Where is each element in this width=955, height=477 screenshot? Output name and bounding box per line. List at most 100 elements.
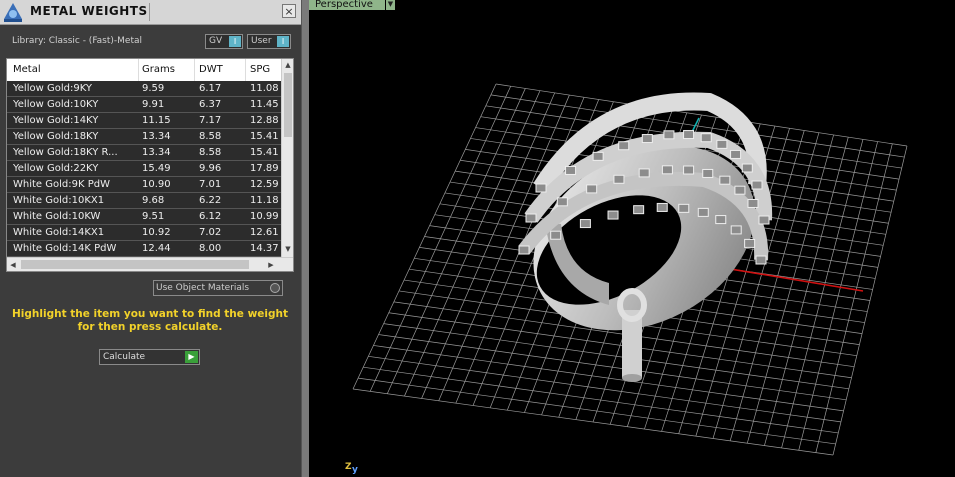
cell-spg: 15.41 bbox=[250, 131, 279, 142]
cell-spg: 12.61 bbox=[250, 227, 279, 238]
vertical-scrollbar[interactable]: ▲ ▼ bbox=[281, 59, 293, 257]
table-row[interactable]: Yellow Gold:18KY 13.34 8.58 15.41 bbox=[7, 129, 281, 145]
metal-table: Metal Grams DWT SPG Yellow Gold:9KY 9.59 6… bbox=[6, 58, 294, 272]
stone-setting bbox=[730, 225, 742, 235]
stone-setting bbox=[678, 203, 690, 213]
column-header-dwt[interactable]: DWT bbox=[199, 64, 223, 75]
cell-dwt: 7.17 bbox=[199, 115, 222, 126]
stone-setting bbox=[638, 168, 650, 178]
table-row[interactable]: White Gold:14KX1 10.92 7.02 12.61 bbox=[7, 225, 281, 241]
cell-metal: Yellow Gold:14KY bbox=[13, 115, 99, 126]
scroll-right-icon[interactable]: ▶ bbox=[265, 258, 277, 271]
table-row[interactable]: White Gold:10KW 9.51 6.12 10.99 bbox=[7, 209, 281, 225]
cell-spg: 17.89 bbox=[250, 163, 279, 174]
cell-dwt: 8.58 bbox=[199, 147, 222, 158]
stone-setting bbox=[607, 210, 619, 220]
scroll-thumb[interactable] bbox=[284, 73, 292, 137]
stone-setting bbox=[613, 174, 625, 184]
stone-setting bbox=[592, 151, 604, 161]
stone-setting bbox=[758, 215, 770, 225]
cell-dwt: 7.01 bbox=[199, 179, 222, 190]
toggle-icon[interactable]: I bbox=[277, 36, 289, 47]
scroll-down-icon[interactable]: ▼ bbox=[282, 243, 293, 255]
column-header-grams[interactable]: Grams bbox=[142, 64, 175, 75]
stone-setting bbox=[715, 215, 727, 225]
panel-titlebar: METAL WEIGHTS × bbox=[0, 0, 301, 25]
cell-grams: 13.34 bbox=[142, 147, 171, 158]
gv-label: GV bbox=[209, 36, 223, 46]
axis-y-label: y bbox=[352, 465, 358, 475]
stone-setting bbox=[633, 205, 645, 215]
close-button[interactable]: × bbox=[282, 4, 296, 18]
stone-setting bbox=[565, 165, 577, 175]
cell-spg: 12.59 bbox=[250, 179, 279, 190]
instruction-text: Highlight the item you want to find the … bbox=[12, 308, 288, 334]
cell-spg: 11.45 bbox=[250, 99, 279, 110]
stone-setting bbox=[683, 165, 695, 175]
cell-metal: Yellow Gold:22KY bbox=[13, 163, 99, 174]
table-row[interactable]: White Gold:9K PdW 10.90 7.01 12.59 bbox=[7, 177, 281, 193]
close-icon[interactable]: × bbox=[284, 5, 293, 18]
use-object-materials-option[interactable]: Use Object Materials bbox=[153, 280, 283, 296]
table-row[interactable]: Yellow Gold:10KY 9.91 6.37 11.45 bbox=[7, 97, 281, 113]
table-row[interactable]: Yellow Gold:22KY 15.49 9.96 17.89 bbox=[7, 161, 281, 177]
table-row[interactable]: White Gold:14K PdW 12.44 8.00 14.37 bbox=[7, 241, 281, 257]
metal-weights-panel: METAL WEIGHTS × Library: Classic - (Fast… bbox=[0, 0, 301, 477]
axis-z-label: Z bbox=[345, 462, 352, 472]
grid-line bbox=[832, 145, 908, 456]
toggle-icon[interactable]: I bbox=[229, 36, 241, 47]
cell-grams: 9.68 bbox=[142, 195, 165, 206]
cell-metal: Yellow Gold:9KY bbox=[13, 83, 92, 94]
cell-dwt: 9.96 bbox=[199, 163, 222, 174]
title-divider bbox=[149, 3, 150, 21]
cell-spg: 11.18 bbox=[250, 195, 279, 206]
radio-icon[interactable] bbox=[270, 283, 280, 293]
stone-setting bbox=[683, 130, 695, 140]
cell-dwt: 8.00 bbox=[199, 243, 222, 254]
panel-splitter[interactable] bbox=[301, 0, 309, 477]
cell-grams: 11.15 bbox=[142, 115, 171, 126]
cell-grams: 13.34 bbox=[142, 131, 171, 142]
calculate-label: Calculate bbox=[103, 352, 146, 362]
table-row[interactable]: Yellow Gold:14KY 11.15 7.17 12.88 bbox=[7, 113, 281, 129]
user-toggle[interactable]: User I bbox=[247, 34, 291, 49]
cell-dwt: 6.17 bbox=[199, 83, 222, 94]
scroll-thumb[interactable] bbox=[21, 260, 249, 269]
table-row[interactable]: Yellow Gold:9KY 9.59 6.17 11.08 bbox=[7, 81, 281, 97]
stone-setting bbox=[716, 139, 728, 149]
cell-metal: Yellow Gold:10KY bbox=[13, 99, 99, 110]
cell-metal: Yellow Gold:18KY bbox=[13, 131, 99, 142]
cell-metal: White Gold:14KX1 bbox=[13, 227, 105, 238]
view-label[interactable]: Perspective bbox=[309, 0, 385, 10]
stone-setting bbox=[556, 197, 568, 207]
scroll-up-icon[interactable]: ▲ bbox=[282, 59, 293, 71]
cell-dwt: 7.02 bbox=[199, 227, 222, 238]
stone-setting bbox=[702, 168, 714, 178]
cell-grams: 12.44 bbox=[142, 243, 171, 254]
stone-setting bbox=[744, 238, 756, 248]
panel-title: METAL WEIGHTS bbox=[30, 4, 148, 18]
cell-metal: White Gold:9K PdW bbox=[13, 179, 110, 190]
gv-toggle[interactable]: GV I bbox=[205, 34, 243, 49]
stone-setting bbox=[747, 198, 759, 208]
horizontal-scrollbar[interactable]: ◀ ▶ bbox=[7, 257, 293, 271]
stone-setting bbox=[641, 134, 653, 144]
dropdown-arrow-icon[interactable]: ▼ bbox=[386, 0, 395, 10]
stone-setting bbox=[550, 230, 562, 240]
column-header-metal[interactable]: Metal bbox=[13, 64, 41, 75]
column-divider bbox=[245, 59, 246, 81]
stone-setting bbox=[525, 213, 537, 223]
scroll-left-icon[interactable]: ◀ bbox=[7, 258, 19, 271]
table-row[interactable]: White Gold:10KX1 9.68 6.22 11.18 bbox=[7, 193, 281, 209]
column-header-spg[interactable]: SPG bbox=[250, 64, 270, 75]
calculate-button[interactable]: Calculate ▶ bbox=[99, 349, 200, 365]
perspective-viewport[interactable]: Perspective ▼ Z y bbox=[309, 0, 955, 477]
instruction-line-2: for then press calculate. bbox=[77, 321, 223, 333]
play-icon[interactable]: ▶ bbox=[185, 351, 198, 363]
stone-setting bbox=[663, 130, 675, 140]
cell-grams: 9.51 bbox=[142, 211, 165, 222]
user-label: User bbox=[251, 36, 272, 46]
table-row[interactable]: Yellow Gold:18KY R... 13.34 8.58 15.41 bbox=[7, 145, 281, 161]
viewport-canvas[interactable] bbox=[309, 0, 955, 477]
grid-line bbox=[815, 143, 893, 453]
